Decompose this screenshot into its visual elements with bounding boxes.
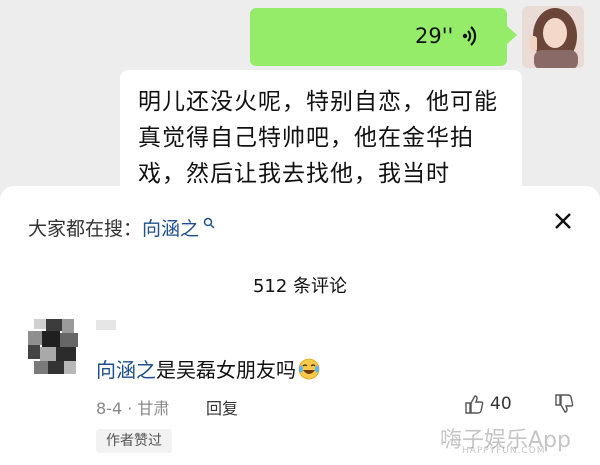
comment-mention-link[interactable]: 向涵之 — [96, 358, 156, 382]
commenter-avatar[interactable] — [28, 319, 78, 374]
search-keyword-link[interactable]: 向涵之 — [142, 218, 199, 240]
chat-area: 29'' 明儿还没火呢，特别自恋，他可能真觉得自己特帅吧，他在金华拍戏，然后让我… — [0, 0, 600, 210]
chat-message-text: 明儿还没火呢，特别自恋，他可能真觉得自己特帅吧，他在金华拍戏，然后让我去找他，我… — [138, 89, 498, 187]
comment-meta: 8-4 · 甘肃 — [96, 399, 170, 418]
comment-body: 是吴磊女朋友吗 — [156, 358, 296, 382]
voice-duration: 29'' — [415, 24, 454, 48]
trending-search: 大家都在搜：向涵之 — [28, 214, 216, 241]
thumbs-up-icon[interactable] — [463, 393, 485, 415]
thumbs-down-icon[interactable] — [553, 393, 575, 415]
comment-sheet: 大家都在搜：向涵之 512 条评论 向涵之是吴磊女朋友吗 8-4 · 甘肃 回复… — [0, 186, 600, 465]
watermark-subtext: HAPPYFUN.COM — [462, 446, 546, 456]
reply-button[interactable]: 回复 — [206, 395, 238, 419]
search-prefix: 大家都在搜： — [28, 218, 143, 240]
close-icon[interactable] — [550, 208, 576, 234]
comment-count: 512 条评论 — [252, 276, 348, 297]
comment-text: 向涵之是吴磊女朋友吗 — [96, 354, 320, 385]
voice-message-bubble[interactable]: 29'' — [250, 8, 517, 66]
like-count: 40 — [490, 394, 512, 414]
search-icon — [199, 217, 216, 233]
commenter-name-placeholder — [96, 320, 116, 330]
author-liked-badge: 作者赞过 — [96, 429, 172, 453]
avatar[interactable] — [522, 6, 584, 68]
sound-wave-icon — [461, 24, 479, 53]
crying-laughing-emoji-icon — [298, 358, 320, 385]
